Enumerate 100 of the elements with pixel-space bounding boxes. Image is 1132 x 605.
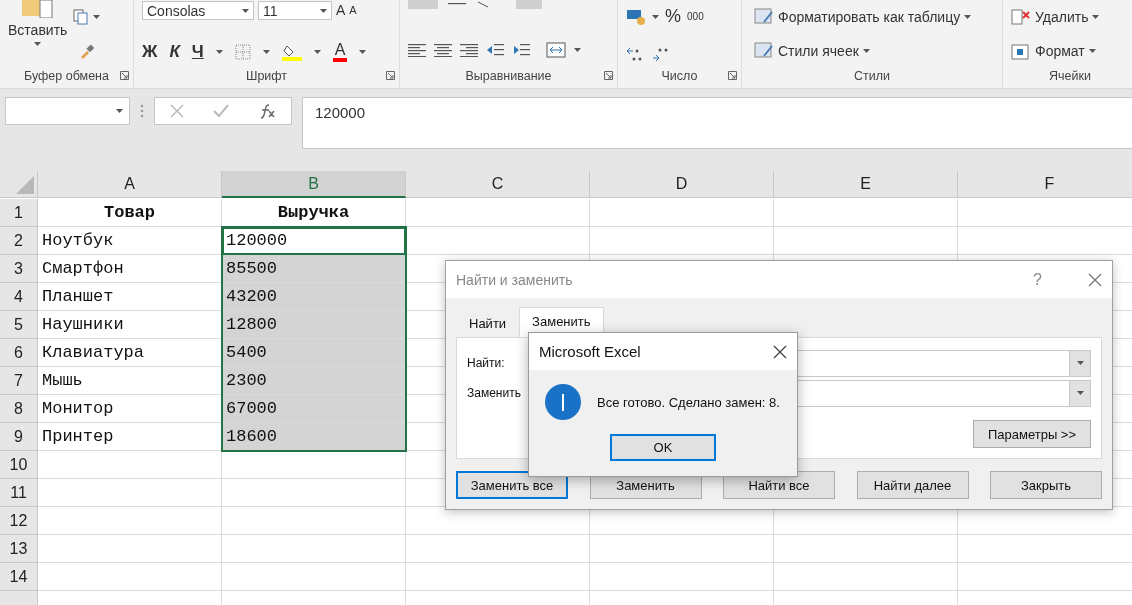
- row-header[interactable]: 7: [0, 367, 38, 395]
- caret-icon: [34, 42, 42, 46]
- function-icon[interactable]: [258, 103, 277, 119]
- italic-button[interactable]: К: [169, 42, 180, 62]
- caret-icon: [862, 49, 870, 53]
- column-header[interactable]: F: [958, 171, 1132, 198]
- paste-button[interactable]: Вставить: [8, 18, 68, 42]
- table-cell: 67000: [222, 395, 406, 423]
- field-label: Заменить: [467, 386, 521, 400]
- caret-icon: [652, 14, 659, 19]
- fill-color-icon: [281, 43, 302, 61]
- row-header[interactable]: 14: [0, 563, 38, 591]
- table-cell: 5400: [222, 339, 406, 367]
- field-label: Найти:: [467, 356, 505, 370]
- dialog-button[interactable]: Закрыть: [990, 471, 1102, 499]
- caret-icon: [1076, 361, 1084, 365]
- message-text: Все готово. Сделано замен: 8.: [597, 394, 780, 410]
- row-header[interactable]: 13: [0, 535, 38, 563]
- message-title: Microsoft Excel: [539, 343, 642, 360]
- styles-menu-button[interactable]: Форматировать как таблицу: [778, 9, 961, 25]
- caret-icon: [93, 15, 101, 19]
- increase-indent-icon: [512, 43, 530, 57]
- help-button[interactable]: ?: [1033, 270, 1042, 289]
- dialog-launcher-icon[interactable]: [604, 71, 613, 80]
- table-cell: 85500: [222, 255, 406, 283]
- row-header[interactable]: 1: [0, 199, 38, 227]
- dialog-tab[interactable]: Найти: [456, 309, 520, 337]
- group-label: Ячейки: [1049, 68, 1091, 85]
- thousands-button[interactable]: 000: [687, 11, 704, 22]
- caret-icon: [262, 50, 270, 54]
- decrease-indent-icon: [486, 43, 504, 57]
- align-center-icon: [434, 43, 452, 57]
- table-cell: 12800: [222, 311, 406, 339]
- row-header[interactable]: 3: [0, 255, 38, 283]
- close-icon[interactable]: [1088, 272, 1102, 287]
- dialog-button[interactable]: Найти далее: [856, 471, 969, 499]
- dialog-launcher-icon[interactable]: [728, 71, 737, 80]
- checkmark-icon[interactable]: [213, 104, 229, 118]
- table-style-icon: [754, 8, 774, 26]
- column-header[interactable]: D: [590, 171, 774, 198]
- table-cell: Товар: [38, 199, 222, 227]
- align-left-icon: [408, 43, 426, 57]
- row-header[interactable]: 5: [0, 311, 38, 339]
- format-cells-icon: [1011, 42, 1031, 60]
- caret-icon: [1076, 391, 1084, 395]
- font-color-button[interactable]: A: [332, 42, 348, 62]
- dialog-button[interactable]: Заменить все: [456, 471, 568, 499]
- row-header[interactable]: 12: [0, 507, 38, 535]
- row-header[interactable]: 11: [0, 479, 38, 507]
- column-header[interactable]: E: [774, 171, 958, 198]
- caret-icon: [1092, 15, 1100, 19]
- table-cell: 43200: [222, 283, 406, 311]
- dialog-title: Найти и заменить: [456, 271, 574, 288]
- table-cell: 120000: [222, 227, 406, 255]
- merge-cells-icon: [546, 42, 566, 58]
- ok-button[interactable]: OK: [610, 434, 716, 461]
- options-button[interactable]: Параметры >>: [973, 420, 1091, 448]
- formula-field[interactable]: 120000: [302, 97, 1132, 149]
- font-size-field[interactable]: 11: [258, 1, 332, 20]
- group-label: Выравнивание: [465, 68, 552, 85]
- styles-menu-button[interactable]: Стили ячеек: [778, 43, 859, 59]
- bold-button[interactable]: Ж: [142, 42, 158, 62]
- font-name-field[interactable]: Consolas: [142, 1, 254, 20]
- table-cell: 2300: [222, 367, 406, 395]
- cells-menu-button[interactable]: Формат: [1035, 43, 1085, 59]
- row-header[interactable]: 4: [0, 283, 38, 311]
- caret-icon: [215, 50, 223, 54]
- caret-icon: [574, 48, 581, 52]
- caret-icon: [1088, 49, 1096, 53]
- shrink-font-button[interactable]: A: [349, 4, 357, 16]
- caret-icon: [242, 8, 249, 13]
- decrease-decimal-icon: [652, 46, 670, 62]
- group-label: Буфер обмена: [24, 68, 109, 85]
- row-header[interactable]: 2: [0, 227, 38, 255]
- caret-icon: [964, 15, 972, 19]
- percent-button[interactable]: %: [665, 6, 681, 27]
- caret-icon: [359, 50, 367, 54]
- cells-menu-button[interactable]: Удалить: [1035, 9, 1089, 25]
- column-header[interactable]: C: [406, 171, 590, 198]
- column-header[interactable]: A: [38, 171, 222, 198]
- row-header[interactable]: 8: [0, 395, 38, 423]
- close-icon[interactable]: [773, 344, 787, 359]
- dialog-launcher-icon[interactable]: [386, 71, 395, 80]
- row-header[interactable]: 9: [0, 423, 38, 451]
- column-header[interactable]: B: [222, 171, 406, 198]
- underline-button[interactable]: Ч: [191, 42, 204, 62]
- group-label: Шрифт: [245, 68, 288, 85]
- increase-decimal-icon: [626, 46, 644, 62]
- caret-icon: [116, 109, 123, 113]
- dialog-launcher-icon[interactable]: [120, 71, 129, 80]
- row-header[interactable]: 10: [0, 451, 38, 479]
- align-right-icon: [460, 43, 478, 57]
- copy-icon: [73, 9, 90, 25]
- caret-icon: [313, 50, 321, 54]
- grow-font-button[interactable]: A: [336, 2, 346, 18]
- row-header[interactable]: 6: [0, 339, 38, 367]
- caret-icon: [320, 8, 327, 13]
- table-cell: 18600: [222, 423, 406, 451]
- borders-icon: [234, 44, 251, 60]
- group-label: Число: [661, 68, 698, 85]
